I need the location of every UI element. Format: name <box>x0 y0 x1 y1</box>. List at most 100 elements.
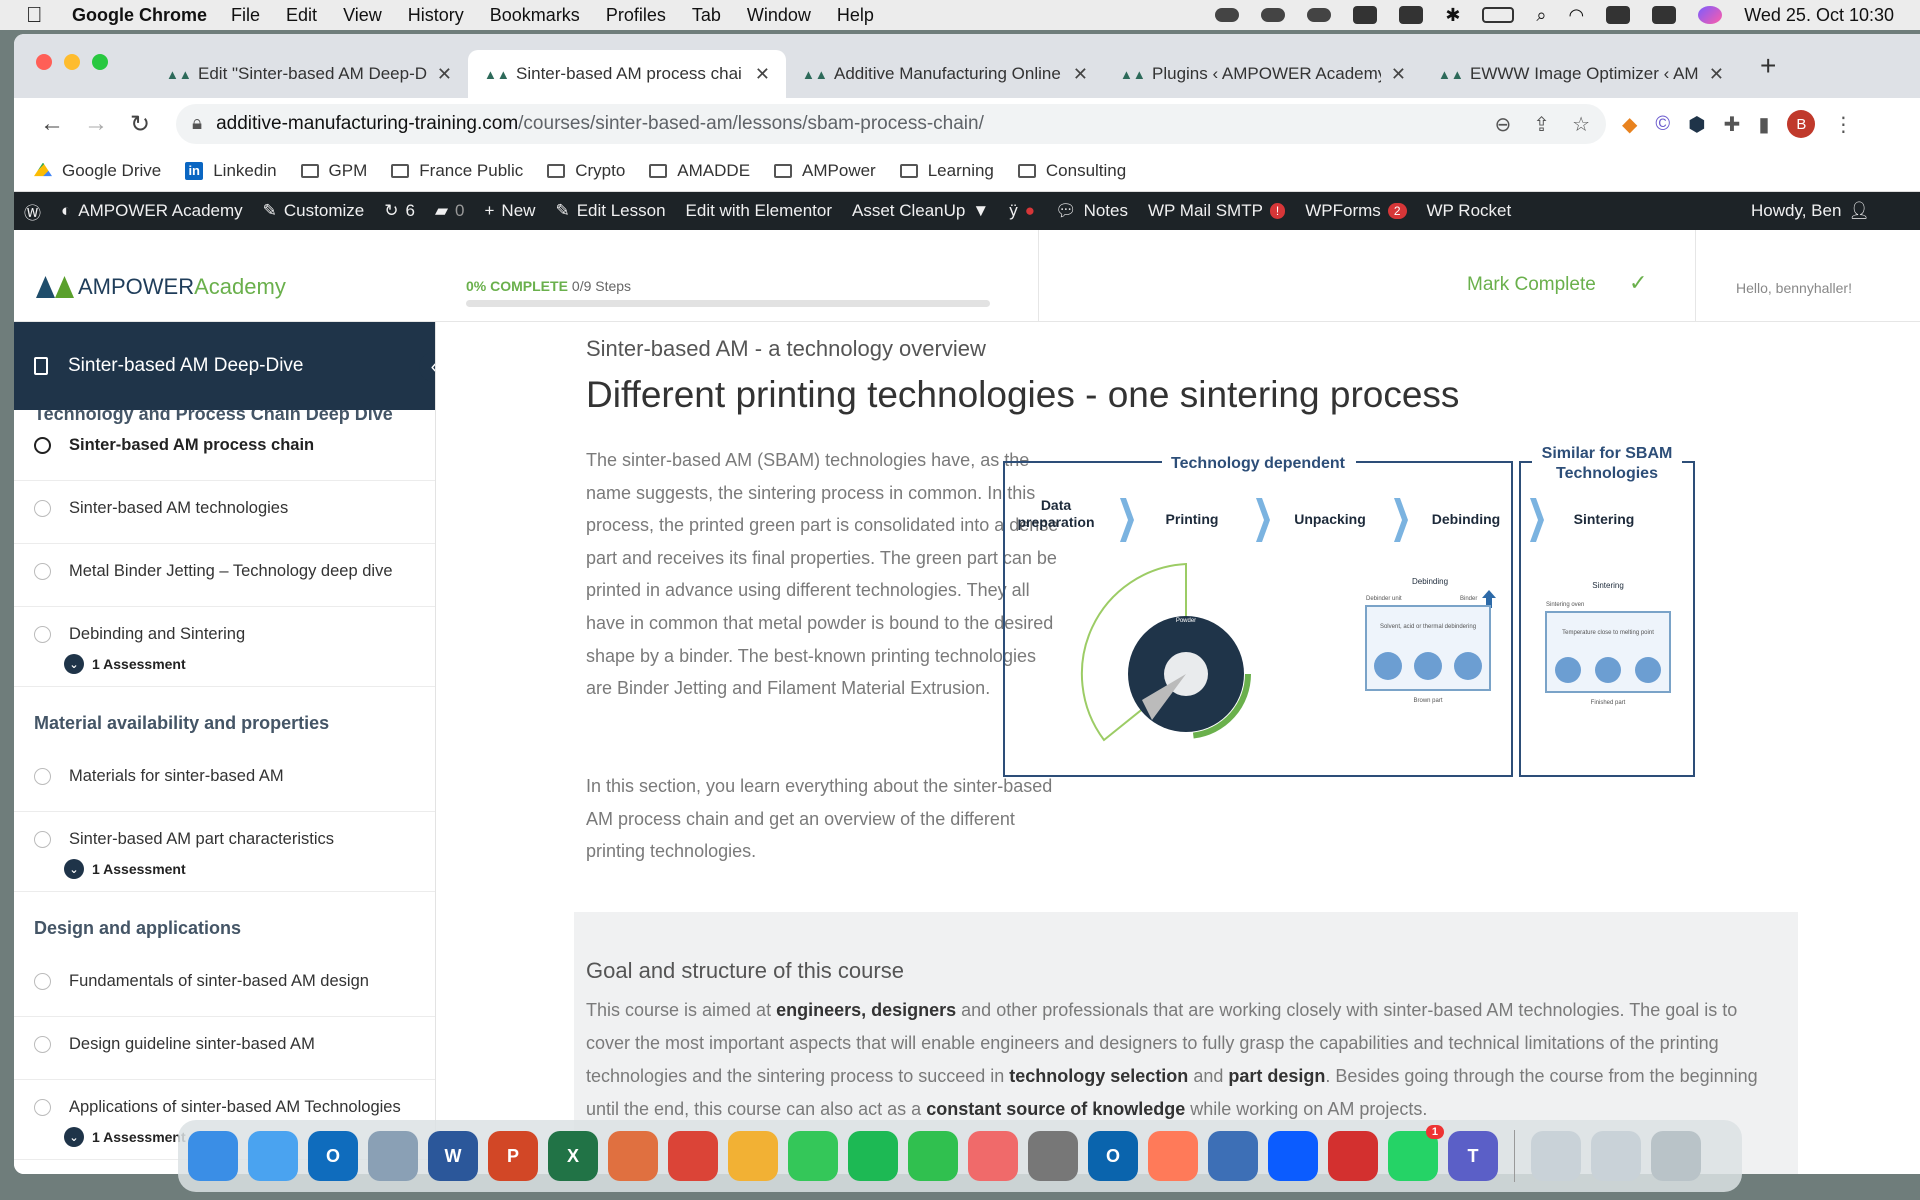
lesson-sbam-technologies[interactable]: Sinter-based AM technologies <box>14 481 435 544</box>
wifi-icon[interactable]: ◠ <box>1569 5 1585 26</box>
bookmark-folder-crypto[interactable]: Crypto <box>547 161 625 181</box>
bookmark-folder-gpm[interactable]: GPM <box>300 161 367 181</box>
course-header[interactable]: Sinter-based AM Deep-Dive ‹ <box>14 322 435 410</box>
tab-am-online[interactable]: ▲▲ Additive Manufacturing Online ✕ <box>786 50 1104 98</box>
section-design-applications[interactable]: Design and applications <box>14 892 435 954</box>
wp-comments[interactable]: ▰ 0 <box>435 201 465 221</box>
menu-file[interactable]: File <box>231 5 260 26</box>
tab-ewww[interactable]: ▲▲ EWWW Image Optimizer ‹ AM ✕ <box>1422 50 1740 98</box>
wp-rocket[interactable]: WP Rocket <box>1427 201 1512 221</box>
lesson-materials[interactable]: Materials for sinter-based AM <box>14 749 435 812</box>
tab-edit-deep-dive[interactable]: ▲▲ Edit "Sinter-based AM Deep-D ✕ <box>150 50 468 98</box>
assessment-toggle[interactable]: ⌄ 1 Assessment <box>64 654 415 686</box>
lesson-part-characteristics[interactable]: Sinter-based AM part characteristics ⌄ 1 … <box>14 812 435 892</box>
apple-icon[interactable]:  <box>26 2 60 28</box>
asana-icon[interactable] <box>968 1131 1018 1181</box>
menu-profiles[interactable]: Profiles <box>606 5 666 26</box>
spotlight-search-icon[interactable]: ⌕ <box>1536 5 1546 26</box>
lesson-sbam-process-chain[interactable]: Sinter-based AM process chain <box>14 418 435 481</box>
wordpress-logo-icon[interactable]: Ⓦ <box>24 199 41 224</box>
bookmark-folder-ampower[interactable]: AMPower <box>774 161 876 181</box>
cloud-icon[interactable] <box>1215 8 1240 22</box>
drive-icon[interactable] <box>1399 6 1424 24</box>
share-icon[interactable]: ⇪ <box>1533 112 1550 137</box>
wp-wpforms[interactable]: WPForms 2 <box>1305 201 1407 221</box>
new-tab-button[interactable]: + <box>1760 50 1776 90</box>
excel-icon[interactable]: X <box>548 1131 598 1181</box>
lesson-binder-jetting[interactable]: Metal Binder Jetting – Technology deep d… <box>14 544 435 607</box>
collapse-sidebar-chevron-icon[interactable]: ‹ <box>419 352 435 382</box>
cloud-sync-icon[interactable] <box>1307 8 1332 22</box>
lock-icon[interactable]: 🔒︎ <box>192 113 202 135</box>
acrobat-icon[interactable] <box>1328 1131 1378 1181</box>
messages-icon[interactable] <box>788 1131 838 1181</box>
cloud-off-icon[interactable] <box>1261 8 1286 22</box>
teams-icon[interactable]: T <box>1448 1131 1498 1181</box>
translate-icon[interactable] <box>1353 6 1378 24</box>
hubspot-icon[interactable] <box>1148 1131 1198 1181</box>
wp-mail-smtp[interactable]: WP Mail SMTP! <box>1148 201 1286 221</box>
trash-icon[interactable] <box>1651 1131 1701 1181</box>
tab-plugins[interactable]: ▲▲ Plugins ‹ AMPOWER Academy ✕ <box>1104 50 1422 98</box>
finder-icon[interactable] <box>188 1131 238 1181</box>
wp-howdy-account[interactable]: Howdy, Ben 👤︎ <box>1751 201 1870 221</box>
reload-button[interactable]: ↻ <box>118 110 162 139</box>
checkmark-icon[interactable]: ✓ <box>1629 270 1647 296</box>
wp-asset-cleanup[interactable]: Asset CleanUp ▼ <box>852 201 989 221</box>
section-material-availability[interactable]: Material availability and properties <box>14 687 435 749</box>
copyright-extension-icon[interactable]: © <box>1655 113 1670 136</box>
menu-help[interactable]: Help <box>837 5 874 26</box>
zoom-icon[interactable]: ⊖ <box>1495 112 1512 137</box>
battery-icon[interactable] <box>1482 7 1515 23</box>
menu-history[interactable]: History <box>408 5 464 26</box>
menu-window[interactable]: Window <box>747 5 811 26</box>
outlook-new-icon[interactable]: O <box>1088 1131 1138 1181</box>
close-tab-icon[interactable]: ✕ <box>437 64 452 85</box>
zoom-icon[interactable] <box>1268 1131 1318 1181</box>
menubar-clock[interactable]: Wed 25. Oct 10:30 <box>1744 5 1894 26</box>
word-icon[interactable]: W <box>428 1131 478 1181</box>
menu-tab[interactable]: Tab <box>692 5 721 26</box>
menu-edit[interactable]: Edit <box>286 5 317 26</box>
section-technology-process-chain[interactable]: Technology and Process Chain Deep Dive <box>14 405 435 423</box>
assessment-toggle[interactable]: ⌄ 1 Assessment <box>64 859 415 891</box>
bookmark-star-icon[interactable]: ☆ <box>1572 112 1590 137</box>
zoom-window-button[interactable] <box>92 54 108 70</box>
lesson-design-guideline[interactable]: Design guideline sinter-based AM <box>14 1017 435 1080</box>
metamask-icon[interactable]: ◆ <box>1622 112 1637 137</box>
minimize-window-button[interactable] <box>64 54 80 70</box>
menu-view[interactable]: View <box>343 5 382 26</box>
wp-edit-elementor[interactable]: Edit with Elementor <box>686 201 832 221</box>
bluetooth-icon[interactable]: ✱ <box>1445 5 1460 26</box>
address-bar[interactable]: 🔒︎ additive-manufacturing-training.com/c… <box>176 104 1606 144</box>
wp-yoast[interactable]: ÿ ● <box>1009 201 1035 221</box>
close-tab-icon[interactable]: ✕ <box>1709 64 1724 85</box>
menu-bookmarks[interactable]: Bookmarks <box>490 5 580 26</box>
side-panel-icon[interactable]: ▮ <box>1758 112 1769 137</box>
profile-avatar[interactable]: B <box>1787 110 1816 138</box>
quicktime-icon[interactable] <box>1208 1131 1258 1181</box>
wp-site-name[interactable]: ◐ AMPOWER Academy <box>61 201 243 221</box>
back-button[interactable]: ← <box>30 110 74 138</box>
mail-icon[interactable] <box>248 1131 298 1181</box>
app-menu[interactable]: Google Chrome <box>72 5 207 26</box>
puzzle-extensions-icon[interactable]: ✚ <box>1724 112 1741 137</box>
outlook-icon[interactable]: O <box>308 1131 358 1181</box>
downloads-stack-icon[interactable] <box>1591 1131 1641 1181</box>
siri-icon[interactable] <box>1698 6 1723 24</box>
chrome-icon[interactable] <box>668 1131 718 1181</box>
shield-extension-icon[interactable]: ⬢ <box>1688 112 1705 137</box>
wp-notes[interactable]: 💬︎ Notes <box>1055 201 1128 221</box>
bookmark-google-drive[interactable]: Google Drive <box>34 161 161 181</box>
whatsapp-icon[interactable]: 1 <box>1388 1125 1444 1181</box>
facetime-icon[interactable] <box>908 1131 958 1181</box>
wp-new[interactable]: + New <box>484 201 535 221</box>
wp-customize[interactable]: ✎ Customize <box>263 201 365 221</box>
chrome-menu-icon[interactable]: ⋮ <box>1833 112 1853 137</box>
wp-updates[interactable]: ↻ 6 <box>384 201 415 221</box>
close-tab-icon[interactable]: ✕ <box>1073 64 1088 85</box>
close-tab-icon[interactable]: ✕ <box>755 64 770 85</box>
bookmark-folder-consulting[interactable]: Consulting <box>1017 161 1126 181</box>
lesson-design-fundamentals[interactable]: Fundamentals of sinter-based AM design <box>14 954 435 1017</box>
lesson-debinding-sintering[interactable]: Debinding and Sintering ⌄ 1 Assessment <box>14 607 435 687</box>
